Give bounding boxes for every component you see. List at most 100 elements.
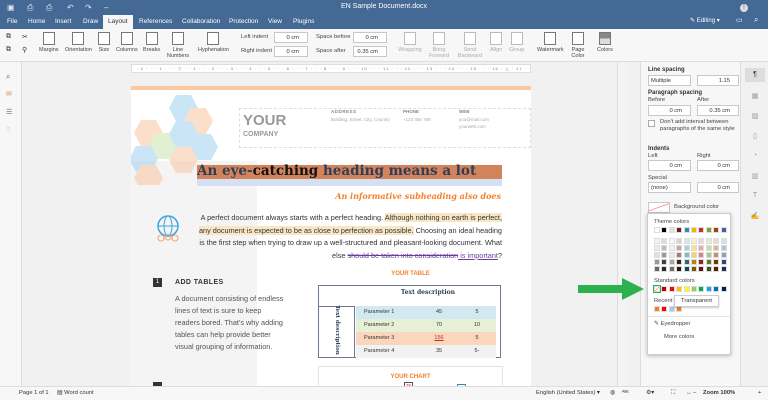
horizontal-ruler[interactable]: · · 2 · · · 1 · · · ▽ · · 1 · · · 2 · · … (131, 64, 531, 73)
color-swatch[interactable] (713, 259, 720, 265)
text-art-settings-icon[interactable]: T (749, 192, 761, 202)
color-swatch[interactable] (661, 286, 668, 292)
color-swatch[interactable] (661, 266, 668, 272)
color-swatch[interactable] (698, 286, 705, 292)
color-swatch[interactable] (690, 227, 697, 233)
search-icon[interactable]: ⌕ (754, 15, 758, 25)
color-swatch[interactable] (668, 227, 675, 233)
color-swatch[interactable] (654, 259, 660, 265)
color-swatch[interactable] (668, 245, 675, 251)
line-numbers-button[interactable]: Line Numbers (166, 32, 190, 59)
intro-paragraph[interactable]: A perfect document always starts with a … (197, 212, 502, 262)
color-swatch[interactable] (705, 227, 712, 233)
columns-button[interactable]: Columns (116, 32, 138, 53)
data-table[interactable]: Text description Text description Parame… (318, 285, 501, 358)
color-swatch[interactable] (661, 238, 668, 244)
open-location-icon[interactable]: ▭ (736, 16, 743, 24)
fit-page-icon[interactable]: ⛶ (671, 387, 675, 400)
color-swatch[interactable] (713, 286, 720, 292)
watermark-button[interactable]: Watermark (537, 32, 564, 53)
color-swatch[interactable] (661, 306, 668, 312)
language-select[interactable]: English (United States) ▾ (536, 387, 600, 400)
color-swatch[interactable] (698, 227, 705, 233)
eyedropper-button[interactable]: ✎ Eyedropper (654, 321, 690, 327)
color-swatch[interactable] (676, 245, 683, 251)
color-swatch[interactable] (705, 238, 712, 244)
right-indent-input[interactable]: 0 cm (274, 46, 308, 57)
color-swatch[interactable] (683, 245, 690, 251)
color-swatch[interactable] (668, 259, 675, 265)
color-swatch[interactable] (698, 259, 705, 265)
color-swatch[interactable] (690, 266, 697, 272)
color-swatch[interactable] (713, 238, 720, 244)
color-swatch[interactable] (705, 286, 712, 292)
color-swatch[interactable] (668, 266, 675, 272)
table-settings-icon[interactable]: ▦ (749, 92, 761, 102)
size-button[interactable]: Size (98, 32, 110, 53)
tab-view[interactable]: View (263, 15, 287, 29)
no-interval-checkbox[interactable] (648, 120, 655, 127)
color-swatch[interactable] (698, 266, 705, 272)
color-swatch[interactable] (654, 227, 660, 233)
color-swatch[interactable] (676, 266, 683, 272)
doc-language-icon[interactable]: ◍ (610, 387, 615, 400)
cut-icon[interactable]: ✂ (22, 33, 28, 41)
navigation-icon[interactable]: ☰ (6, 108, 12, 116)
tab-plugins[interactable]: Plugins (288, 15, 319, 29)
tab-home[interactable]: Home (23, 15, 50, 29)
space-after-input[interactable]: 0.35 cm (353, 46, 387, 57)
color-swatch[interactable] (661, 245, 668, 251)
background-color-button[interactable] (648, 202, 670, 213)
color-swatch[interactable] (720, 266, 727, 272)
indent-right-input[interactable]: 0 cm (697, 160, 739, 171)
special-select[interactable]: (none) (648, 182, 691, 193)
color-swatch[interactable] (720, 286, 727, 292)
color-swatch[interactable] (705, 266, 712, 272)
header-footer-settings-icon[interactable]: ▯ (749, 132, 761, 142)
format-painter-icon[interactable]: ⚲ (22, 46, 27, 54)
orientation-button[interactable]: Orientation (65, 32, 92, 53)
editing-mode-button[interactable]: ✎ Editing ▾ (690, 17, 720, 24)
fit-width-icon[interactable]: ↔ (686, 387, 692, 400)
word-count-button[interactable]: ▤ Word count (57, 387, 94, 400)
color-swatch[interactable] (705, 245, 712, 251)
color-swatch[interactable] (676, 259, 683, 265)
color-swatch[interactable] (683, 252, 690, 258)
document-page[interactable]: YOUR COMPANY ADDRESS Building, Street, C… (131, 86, 531, 386)
search-icon[interactable]: ⌕ (6, 72, 10, 82)
image-settings-icon[interactable]: ▨ (749, 112, 761, 122)
color-swatch[interactable] (683, 259, 690, 265)
signature-settings-icon[interactable]: ✍ (749, 212, 761, 222)
copy-icon[interactable]: ⧉ (6, 33, 11, 41)
tab-file[interactable]: File (2, 15, 22, 29)
wrapping-button[interactable]: Wrapping (397, 32, 423, 53)
color-swatch[interactable] (661, 259, 668, 265)
zoom-in-button[interactable]: + (758, 387, 761, 400)
color-swatch[interactable] (720, 227, 727, 233)
color-swatch[interactable] (676, 238, 683, 244)
color-swatch[interactable] (654, 245, 660, 251)
color-swatch[interactable] (698, 238, 705, 244)
color-swatch[interactable] (690, 286, 697, 292)
chart-settings-icon[interactable]: ▥ (749, 172, 761, 182)
comments-icon[interactable]: ✉ (6, 90, 12, 98)
transparent-color-swatch[interactable] (653, 285, 661, 293)
color-swatch[interactable] (720, 238, 727, 244)
spacing-after-input[interactable]: 0.35 cm (697, 105, 739, 116)
color-swatch[interactable] (690, 245, 697, 251)
color-swatch[interactable] (654, 252, 660, 258)
line-spacing-value-input[interactable]: 1.15 (697, 75, 739, 86)
color-swatch[interactable] (668, 286, 675, 292)
shape-settings-icon[interactable]: ◔ (749, 152, 761, 162)
color-swatch[interactable] (713, 245, 720, 251)
color-swatch[interactable] (661, 252, 668, 258)
color-swatch[interactable] (705, 252, 712, 258)
color-swatch[interactable] (698, 252, 705, 258)
align-button[interactable]: Align (490, 32, 502, 53)
color-swatch[interactable] (713, 227, 720, 233)
color-swatch[interactable] (654, 266, 660, 272)
chart-frame[interactable]: YOUR CHART 35 16 (318, 366, 503, 386)
user-avatar[interactable]: ! (740, 4, 748, 12)
color-swatch[interactable] (676, 286, 683, 292)
color-swatch[interactable] (713, 266, 720, 272)
